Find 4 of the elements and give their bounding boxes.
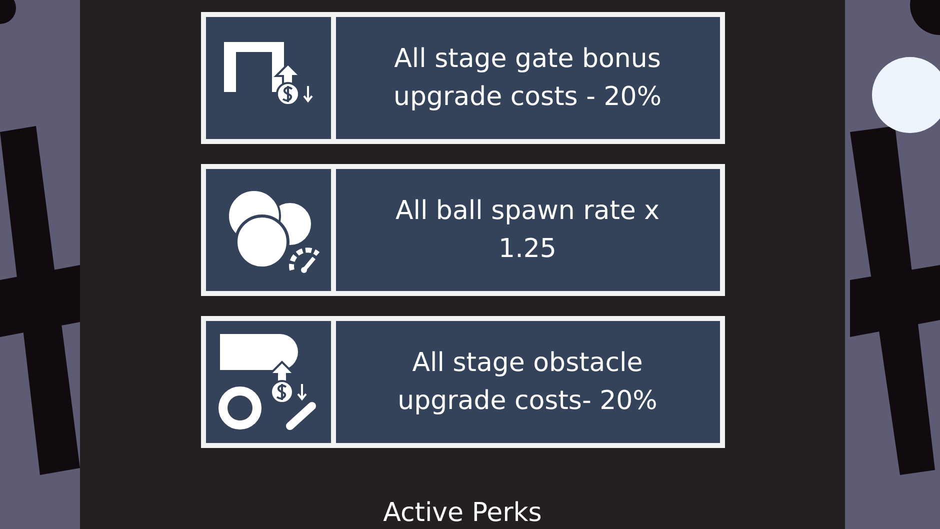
- section-title: Active Perks: [383, 498, 542, 528]
- perk-description: All ball spawn rate x 1.25: [394, 195, 661, 266]
- perk-description: All stage gate bonus upgrade costs - 20%: [392, 43, 663, 114]
- perk-description: All stage obstacle upgrade costs- 20%: [396, 347, 658, 418]
